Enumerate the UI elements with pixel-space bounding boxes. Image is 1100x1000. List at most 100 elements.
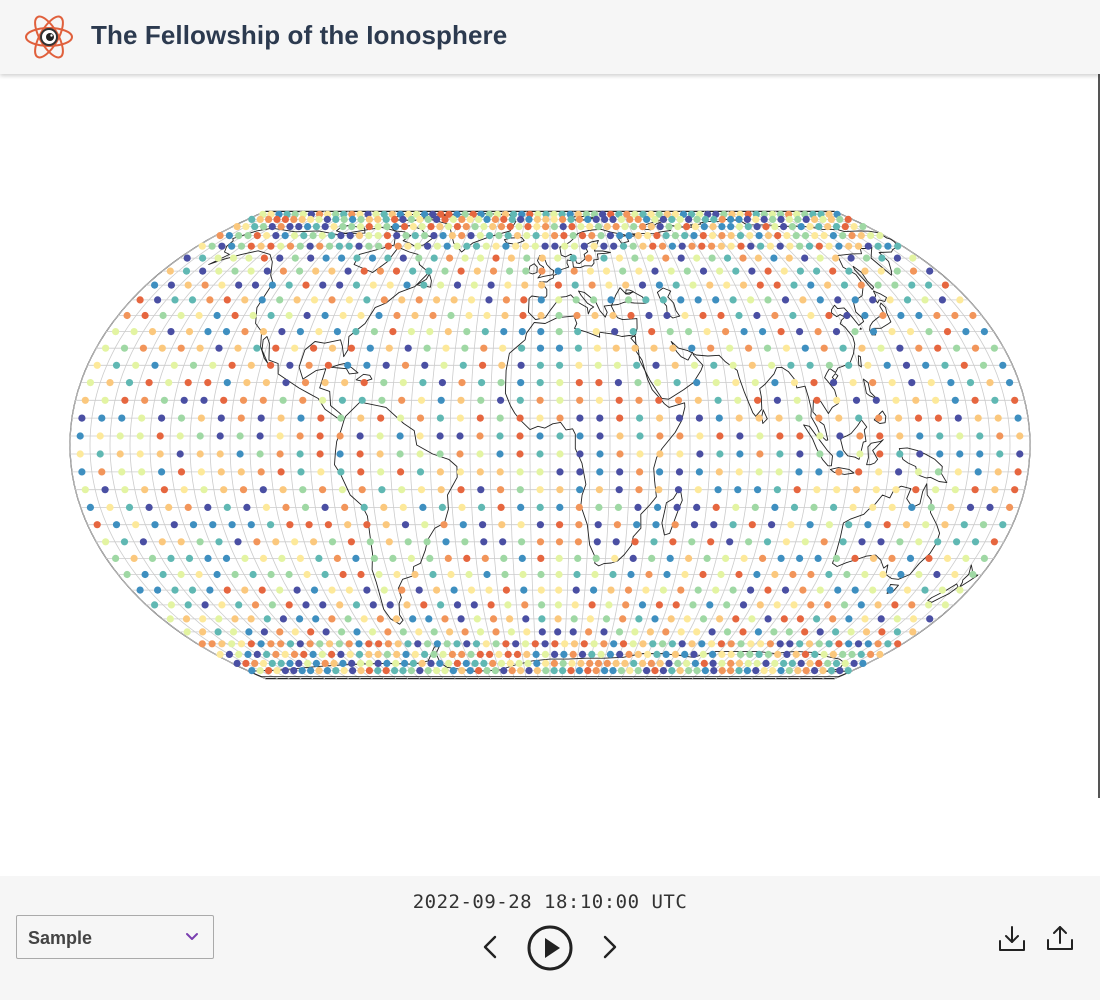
data-point <box>693 628 701 636</box>
data-point <box>569 628 577 636</box>
data-point <box>764 650 773 658</box>
data-point <box>441 215 449 223</box>
data-point <box>753 223 761 231</box>
data-point <box>182 615 191 623</box>
data-point <box>116 450 124 458</box>
data-point <box>239 486 248 494</box>
data-point <box>622 601 630 609</box>
data-point <box>646 254 655 262</box>
data-point <box>301 503 310 511</box>
data-point <box>369 281 377 289</box>
data-point <box>585 628 593 636</box>
data-point <box>801 628 809 636</box>
data-point <box>773 396 782 404</box>
data-point <box>281 650 289 658</box>
data-point <box>276 450 284 458</box>
world-map[interactable] <box>68 193 1032 697</box>
data-point <box>476 450 484 458</box>
data-point <box>849 503 857 511</box>
previous-button[interactable] <box>478 934 502 960</box>
dataset-select[interactable]: Sample <box>16 915 214 959</box>
data-point <box>382 215 390 223</box>
data-point <box>777 554 785 562</box>
data-point <box>764 296 772 304</box>
data-point <box>440 361 448 369</box>
data-point <box>470 601 478 609</box>
data-point <box>825 521 834 529</box>
data-point <box>903 296 912 304</box>
data-point <box>735 659 744 667</box>
data-point <box>836 432 844 440</box>
data-point <box>516 414 524 422</box>
data-point <box>461 628 469 636</box>
data-point <box>816 254 824 262</box>
map-canvas[interactable] <box>68 193 1032 697</box>
data-point <box>859 223 867 231</box>
data-point <box>820 232 828 240</box>
data-point <box>555 538 564 546</box>
data-point <box>330 659 338 667</box>
data-point <box>593 344 601 352</box>
data-point <box>199 254 207 262</box>
data-point <box>253 344 261 352</box>
data-point <box>595 486 604 494</box>
play-button[interactable] <box>526 924 574 972</box>
data-point <box>496 450 504 458</box>
data-point <box>906 328 915 336</box>
data-point <box>352 328 360 336</box>
data-point <box>310 586 319 594</box>
data-point <box>802 215 810 223</box>
data-point <box>740 328 748 336</box>
data-point <box>276 586 284 594</box>
data-point <box>763 538 772 546</box>
data-point <box>631 254 639 262</box>
data-point <box>215 538 223 546</box>
data-point <box>384 640 392 648</box>
data-point <box>208 242 216 250</box>
data-point <box>597 232 605 240</box>
data-point <box>714 486 722 494</box>
data-point <box>330 223 338 231</box>
data-point <box>709 650 717 658</box>
data-point <box>788 659 797 667</box>
data-point <box>615 486 623 494</box>
data-point <box>588 650 596 658</box>
data-point <box>276 254 284 262</box>
data-point <box>835 468 843 476</box>
data-point <box>310 344 318 352</box>
data-point <box>461 538 469 546</box>
data-point <box>927 503 935 511</box>
data-point <box>836 667 844 675</box>
data-point <box>585 254 593 262</box>
data-point <box>542 223 550 231</box>
data-point <box>339 223 347 231</box>
data-point <box>723 281 731 289</box>
data-point <box>829 650 838 658</box>
download-button[interactable] <box>997 924 1027 954</box>
data-point <box>420 281 428 289</box>
data-point <box>770 254 778 262</box>
data-point <box>453 601 462 609</box>
data-point <box>616 468 624 476</box>
data-point <box>805 640 814 648</box>
data-point <box>166 267 174 275</box>
data-point <box>416 432 424 440</box>
data-point <box>858 344 866 352</box>
next-button[interactable] <box>598 934 622 960</box>
data-point <box>710 361 718 369</box>
data-point <box>771 223 779 231</box>
data-point <box>380 586 388 594</box>
data-point <box>951 311 959 320</box>
data-point <box>869 296 877 304</box>
data-point <box>754 396 762 404</box>
data-point <box>734 396 742 404</box>
data-point <box>612 344 620 352</box>
data-point <box>716 432 724 440</box>
data-point <box>394 242 402 250</box>
data-point <box>727 650 735 658</box>
data-point <box>139 344 147 352</box>
data-point <box>555 554 563 562</box>
share-button[interactable] <box>1045 923 1075 953</box>
data-point <box>440 521 448 529</box>
data-point <box>326 640 334 648</box>
